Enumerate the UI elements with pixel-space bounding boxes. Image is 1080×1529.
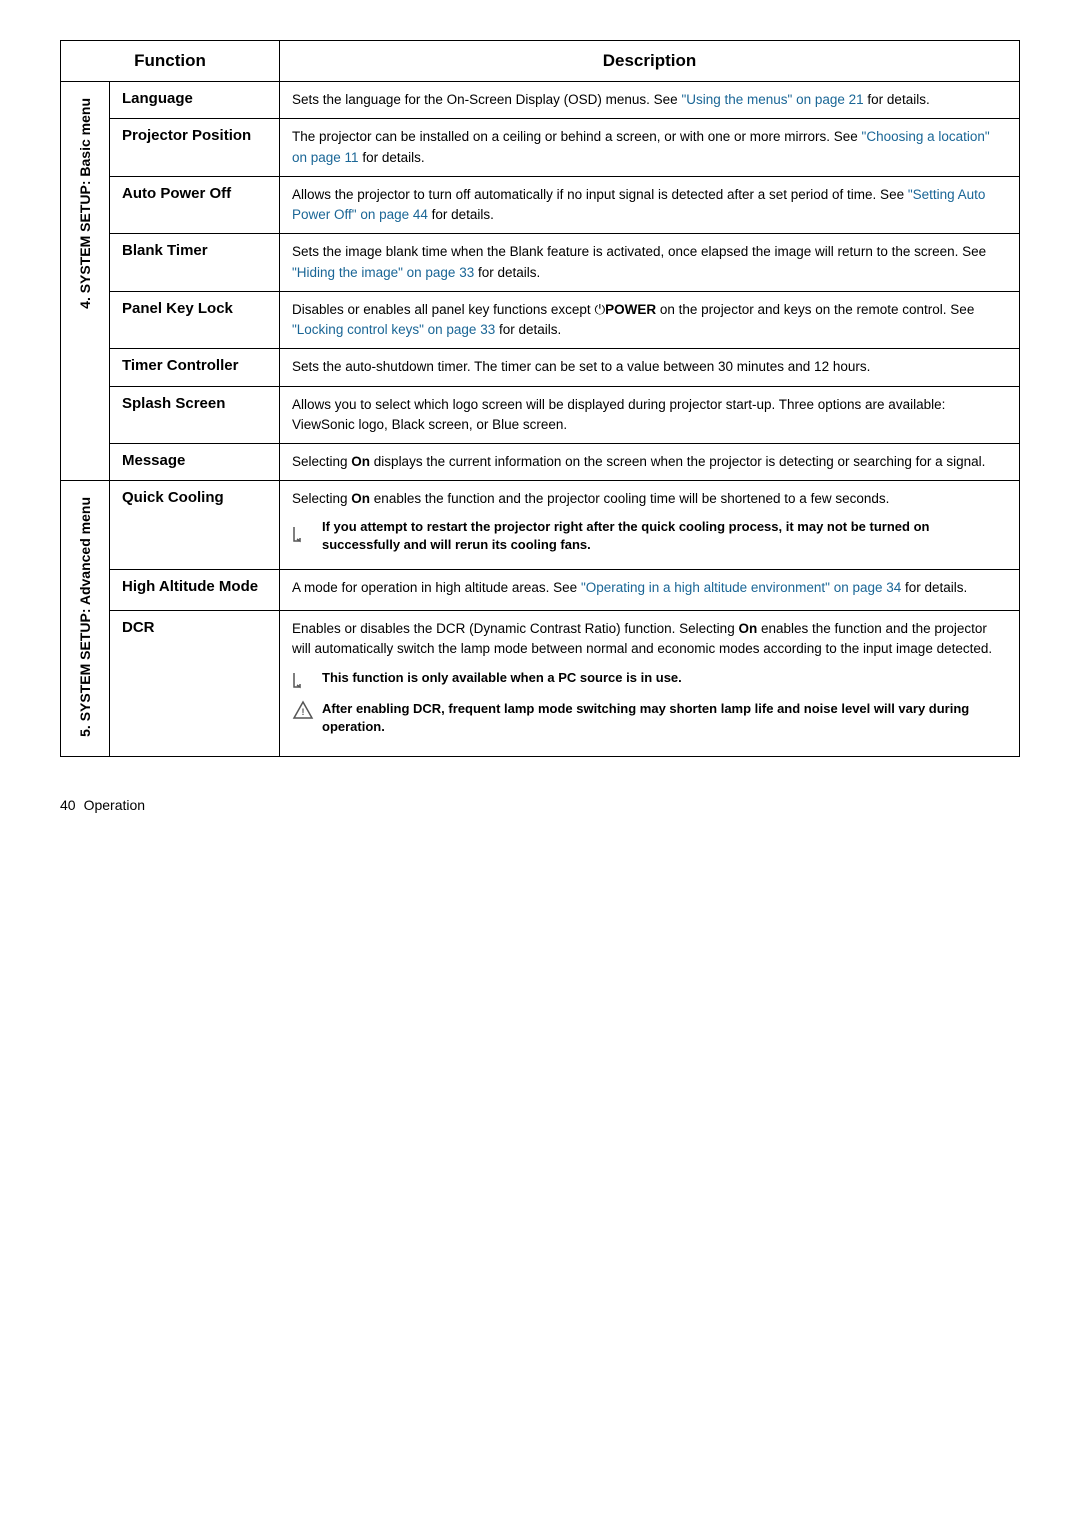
description-cell: A mode for operation in high altitude ar…	[280, 570, 1020, 611]
table-row: DCR Enables or disables the DCR (Dynamic …	[61, 610, 1020, 756]
description-text: Selecting On enables the function and th…	[292, 489, 1007, 509]
description-text: Sets the language for the On-Screen Disp…	[292, 90, 1007, 110]
table-row: Auto Power Off Allows the projector to tu…	[61, 176, 1020, 234]
note-box: If you attempt to restart the projector …	[292, 518, 1007, 554]
description-text: Enables or disables the DCR (Dynamic Con…	[292, 619, 1007, 660]
function-cell: DCR	[110, 610, 280, 756]
description-cell: Selecting On displays the current inform…	[280, 444, 1020, 481]
function-cell: Blank Timer	[110, 234, 280, 292]
description-text: Selecting On displays the current inform…	[292, 452, 1007, 472]
description-text: A mode for operation in high altitude ar…	[292, 578, 1007, 598]
function-cell: Quick Cooling	[110, 481, 280, 570]
function-cell: Splash Screen	[110, 386, 280, 444]
description-link[interactable]: "Hiding the image" on page 33	[292, 265, 474, 280]
desc-part: On	[738, 621, 757, 636]
note-text: If you attempt to restart the projector …	[322, 518, 1007, 554]
desc-part: Selecting	[292, 454, 351, 469]
table-row: 4. SYSTEM SETUP: Basic menuLanguageSets …	[61, 82, 1020, 119]
description-header: Description	[280, 41, 1020, 82]
table-row: Splash Screen Allows you to select which …	[61, 386, 1020, 444]
function-cell: High Altitude Mode	[110, 570, 280, 611]
footer: 40 Operation	[60, 787, 1020, 813]
note-icon	[292, 519, 314, 549]
table-row: Projector Position The projector can be i…	[61, 119, 1020, 177]
description-text: Sets the image blank time when the Blank…	[292, 242, 1007, 283]
desc-part: "Locking control keys" on page 33	[292, 322, 495, 337]
main-table: Function Description 4. SYSTEM SETUP: Ba…	[60, 40, 1020, 757]
desc-part: On	[351, 491, 370, 506]
page-content: Function Description 4. SYSTEM SETUP: Ba…	[60, 40, 1020, 813]
table-row: Message Selecting On displays the current…	[61, 444, 1020, 481]
table-row: Blank Timer Sets the image blank time whe…	[61, 234, 1020, 292]
description-link[interactable]: "Operating in a high altitude environmen…	[581, 580, 901, 595]
description-cell: Allows you to select which logo screen w…	[280, 386, 1020, 444]
desc-part: enables the function and the projector c…	[370, 491, 889, 506]
function-header: Function	[61, 41, 280, 82]
description-cell: Sets the auto-shutdown timer. The timer …	[280, 349, 1020, 386]
desc-part: On	[351, 454, 370, 469]
table-row: High Altitude Mode A mode for operation i…	[61, 570, 1020, 611]
footer-page-number: 40	[60, 797, 76, 813]
description-cell: Disables or enables all panel key functi…	[280, 291, 1020, 349]
description-cell: Sets the language for the On-Screen Disp…	[280, 82, 1020, 119]
note2-box: ! After enabling DCR, frequent lamp mode …	[292, 700, 1007, 736]
description-text: Allows you to select which logo screen w…	[292, 395, 1007, 436]
description-cell: Selecting On enables the function and th…	[280, 481, 1020, 570]
description-text: Allows the projector to turn off automat…	[292, 185, 1007, 226]
note1-icon	[292, 669, 314, 689]
description-cell: Enables or disables the DCR (Dynamic Con…	[280, 610, 1020, 756]
table-row: Panel Key Lock Disables or enables all pa…	[61, 291, 1020, 349]
desc-part: displays the current information on the …	[370, 454, 985, 469]
function-cell: Language	[110, 82, 280, 119]
section-label-text: 5. SYSTEM SETUP: Advanced menu	[73, 489, 97, 745]
function-cell: Panel Key Lock	[110, 291, 280, 349]
power-icon: ⏻	[594, 302, 605, 317]
function-cell: Timer Controller	[110, 349, 280, 386]
description-text: Sets the auto-shutdown timer. The timer …	[292, 357, 1007, 377]
description-link[interactable]: "Using the menus" on page 21	[681, 92, 863, 107]
desc-part: for details.	[495, 322, 561, 337]
desc-part: POWER	[605, 302, 656, 317]
warning-icon: !	[292, 700, 314, 720]
desc-part: Selecting	[292, 491, 351, 506]
description-cell: Sets the image blank time when the Blank…	[280, 234, 1020, 292]
footer-label: Operation	[84, 797, 145, 813]
description-link[interactable]: "Setting Auto Power Off" on page 44	[292, 187, 985, 222]
section-label-cell-section-5: 5. SYSTEM SETUP: Advanced menu	[61, 481, 110, 757]
note1-text: This function is only available when a P…	[322, 669, 682, 687]
function-cell: Auto Power Off	[110, 176, 280, 234]
description-link[interactable]: "Choosing a location" on page 11	[292, 129, 990, 164]
description-cell: The projector can be installed on a ceil…	[280, 119, 1020, 177]
desc-part: Enables or disables the DCR (Dynamic Con…	[292, 621, 738, 636]
table-row: Timer Controller Sets the auto-shutdown t…	[61, 349, 1020, 386]
description-cell: Allows the projector to turn off automat…	[280, 176, 1020, 234]
section-label-text: 4. SYSTEM SETUP: Basic menu	[73, 90, 97, 317]
description-text: The projector can be installed on a ceil…	[292, 127, 1007, 168]
desc-part: on the projector and keys on the remote …	[656, 302, 974, 317]
table-header-row: Function Description	[61, 41, 1020, 82]
section-label-cell-section-4: 4. SYSTEM SETUP: Basic menu	[61, 82, 110, 481]
function-cell: Message	[110, 444, 280, 481]
svg-text:!: !	[302, 707, 305, 717]
function-cell: Projector Position	[110, 119, 280, 177]
note2-text: After enabling DCR, frequent lamp mode s…	[322, 700, 1007, 736]
description-text: Disables or enables all panel key functi…	[292, 300, 1007, 341]
table-row: 5. SYSTEM SETUP: Advanced menuQuick Cool…	[61, 481, 1020, 570]
note1-box: This function is only available when a P…	[292, 669, 1007, 689]
desc-part: Disables or enables all panel key functi…	[292, 302, 594, 317]
